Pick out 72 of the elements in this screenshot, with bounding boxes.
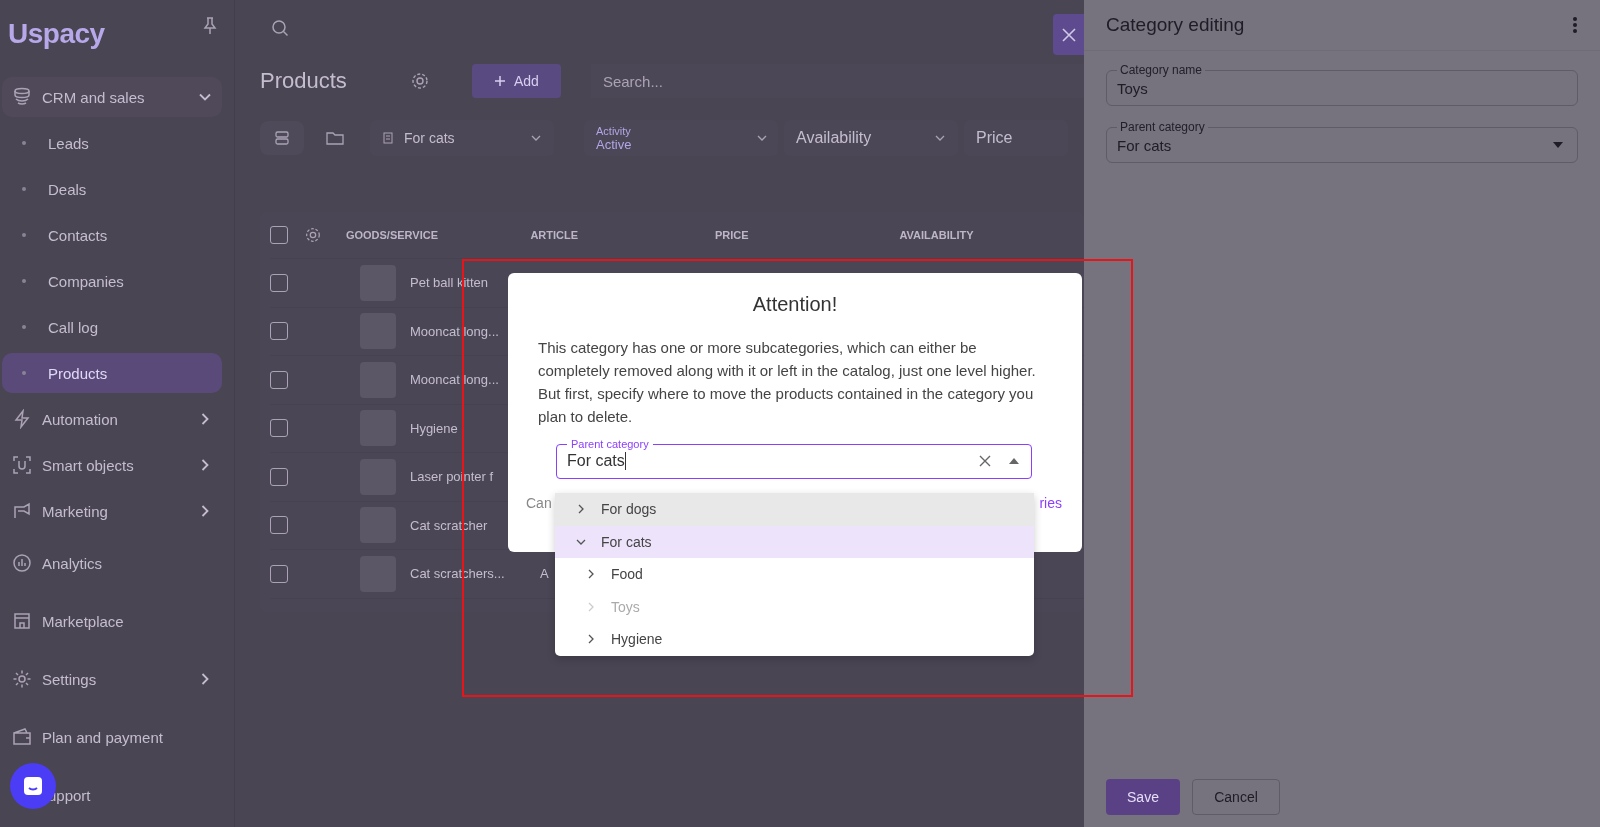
checkbox[interactable] — [270, 370, 288, 389]
folder-icon[interactable] — [326, 130, 344, 146]
select-field[interactable]: Parent category For cats — [556, 438, 1032, 479]
pin-icon[interactable] — [202, 17, 218, 35]
tree-option[interactable]: Hygiene — [555, 623, 1034, 656]
filter-value: Price — [976, 129, 1014, 147]
category-icon — [382, 132, 394, 144]
column-header[interactable]: PRICE — [714, 229, 900, 241]
checkbox[interactable] — [270, 516, 288, 535]
clear-icon[interactable] — [979, 455, 991, 467]
chart-icon — [12, 553, 32, 573]
plus-icon — [494, 75, 506, 87]
store-icon — [12, 611, 32, 631]
close-button[interactable] — [1053, 14, 1084, 55]
more-icon[interactable] — [1572, 16, 1578, 34]
dropdown-icon — [1553, 142, 1563, 148]
checkbox[interactable] — [270, 322, 288, 341]
sidebar-item[interactable]: Contacts — [2, 215, 222, 255]
tree-option[interactable]: For dogs — [555, 493, 1034, 526]
sidebar-item[interactable]: Marketing — [2, 491, 222, 531]
column-header[interactable]: ARTICLE — [530, 229, 715, 241]
sidebar-item[interactable]: Marketplace — [2, 601, 222, 641]
checkbox[interactable] — [270, 467, 288, 486]
sidebar-item[interactable]: CRM and sales — [2, 77, 222, 117]
input-field[interactable]: Category name Toys — [1106, 63, 1578, 106]
sidebar-item[interactable]: Call log — [2, 307, 222, 347]
dialog-title: Attention! — [751, 293, 839, 316]
sidebar-item[interactable]: Settings — [2, 659, 222, 699]
dropdown-icon[interactable] — [1009, 458, 1019, 464]
sidebar-item[interactable]: Leads — [2, 123, 222, 163]
checkbox[interactable] — [270, 564, 288, 583]
chat-icon — [22, 775, 44, 797]
tree-option[interactable]: For cats — [555, 525, 1034, 558]
sidebar-item[interactable]: Deals — [2, 169, 222, 209]
search-icon[interactable] — [270, 18, 290, 38]
select-field[interactable]: Parent category For cats — [1106, 120, 1578, 163]
settings-icon[interactable] — [410, 71, 430, 91]
cancel-button[interactable]: Cancel — [1192, 779, 1280, 815]
delete-link[interactable]: ries — [1039, 493, 1062, 513]
sidebar-item[interactable]: Companies — [2, 261, 222, 301]
sidebar-item[interactable]: Smart objects — [2, 445, 222, 485]
dialog-message: This category has one or more subcategories, which can either be completely removed along with it or left in the catalog, just one level higher. But first, specify where to move the products contained in the category you plan to delete. — [538, 338, 1037, 427]
sidebar-item[interactable]: Products — [2, 353, 222, 393]
database-icon — [12, 87, 32, 107]
panel-title: Category editing — [1106, 14, 1245, 36]
view-toggle[interactable] — [260, 121, 304, 155]
filter-value: Active — [596, 136, 632, 152]
checkbox[interactable] — [270, 273, 288, 292]
lightning-icon — [12, 409, 32, 429]
filter-value: For cats — [404, 130, 456, 146]
logo[interactable]: Uspacy — [8, 18, 105, 50]
filter-value: Availability — [796, 129, 873, 147]
column-header[interactable]: GOODS/SERVICE — [345, 229, 531, 241]
sidebar-item[interactable]: Analytics — [2, 543, 222, 583]
settings-icon[interactable] — [303, 226, 322, 244]
page-title: Products — [260, 68, 348, 94]
cancel-button[interactable]: Can — [526, 493, 552, 513]
sidebar-item[interactable]: Plan and payment — [2, 717, 222, 757]
filter-label: Activity — [596, 124, 631, 137]
tree-option[interactable]: Food — [555, 558, 1034, 591]
close-icon — [1061, 27, 1076, 42]
column-header[interactable]: AVAILABILITY — [899, 229, 1084, 241]
megaphone-icon — [12, 501, 32, 521]
checkbox[interactable] — [270, 419, 288, 438]
rows-icon — [274, 130, 290, 146]
scan-icon — [12, 455, 32, 475]
sidebar-item[interactable]: Automation — [2, 399, 222, 439]
add-button[interactable]: Add — [472, 64, 561, 98]
checkbox[interactable] — [270, 226, 288, 244]
wallet-icon — [12, 727, 32, 747]
save-button[interactable]: Save — [1106, 779, 1180, 815]
table-cell: A — [540, 566, 549, 582]
